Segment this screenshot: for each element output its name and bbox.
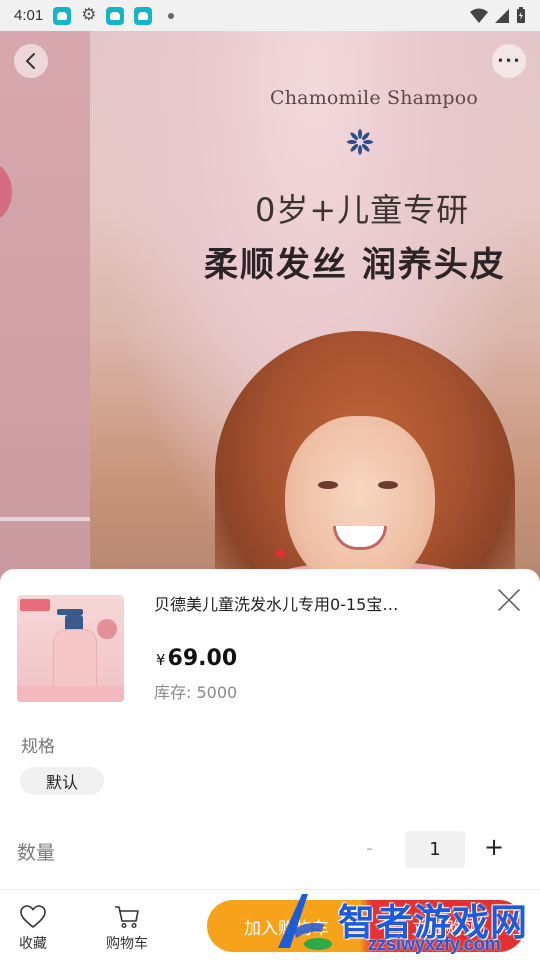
girl-face-illustration [285,416,435,591]
signal-icon [495,8,509,23]
currency-symbol: ¥ [156,651,166,669]
quantity-input[interactable]: 1 [405,831,465,868]
quantity-increase-button[interactable]: + [484,833,504,861]
chevron-left-icon [25,53,35,69]
shopping-cart-icon [115,906,139,929]
back-button[interactable] [14,44,48,78]
previous-slide-preview [0,31,90,591]
girl-eye [318,481,338,489]
thumbnail-ground [17,686,124,702]
status-bar: 4:01 ⚙ [0,0,540,31]
stock-count: 库存: 5000 [154,683,238,702]
battery-icon [517,7,525,23]
banner-eyebrow-title: Chamomile Shampoo [270,87,479,109]
product-image-carousel[interactable]: Chamomile Shampoo 0岁+儿童专研 柔顺发丝 润养头皮 [0,31,540,591]
dot-indicator-icon [168,12,175,19]
app-notification-icon [53,6,72,25]
shampoo-bottle [53,629,97,693]
quantity-decrease-button[interactable]: - [366,836,373,860]
decorative-bar [0,517,90,521]
wifi-icon [470,8,488,23]
app-notification-icon [134,6,153,25]
chamomile-flower-icon [347,129,373,155]
product-price: ¥69.00 [156,646,237,671]
watermark-url: zzsiwyxzfy.com [368,934,501,954]
cart-button[interactable]: 购物车 [106,905,148,953]
product-thumbnail [17,595,124,702]
thumbnail-seal [97,619,117,639]
carousel-page-indicator [276,549,285,558]
app-notification-icon [106,6,125,25]
more-dots-icon: ••• [496,54,522,68]
status-time: 4:01 [14,7,44,24]
watermark-logo-icon [278,894,332,950]
heart-icon [20,905,46,929]
cart-label: 购物车 [106,936,148,952]
banner-subheadline: 柔顺发丝 润养头皮 [204,245,506,285]
close-icon[interactable] [496,587,522,613]
price-value: 69.00 [167,646,238,671]
favorite-button[interactable]: 收藏 [19,905,47,953]
site-watermark: 智者游戏网 zzsiwyxzfy.com [272,890,540,960]
favorite-label: 收藏 [19,936,47,952]
thumbnail-brand-tag [20,599,50,611]
banner-headline: 0岁+儿童专研 [255,191,470,229]
settings-gear-icon: ⚙ [81,5,97,25]
quantity-label: 数量 [17,842,56,864]
product-name: 贝德美儿童洗发水儿专用0-15宝… [154,595,399,614]
decorative-circle [0,161,12,223]
more-options-button[interactable]: ••• [492,44,526,78]
spec-label: 规格 [21,737,55,757]
spec-option-default[interactable]: 默认 [20,767,104,795]
girl-eye [378,481,398,489]
